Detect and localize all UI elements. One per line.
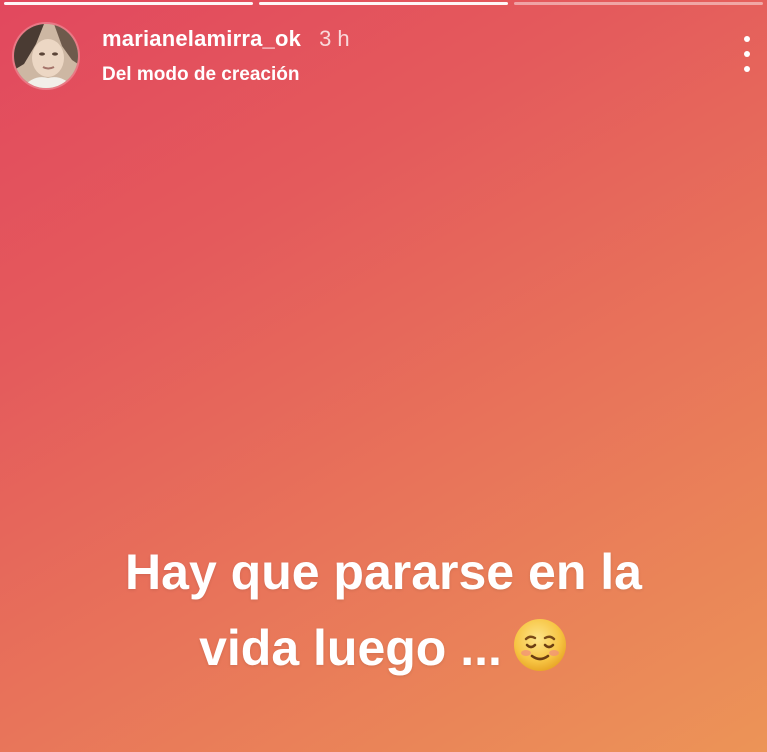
- post-time: 3 h: [319, 26, 350, 51]
- story-viewer[interactable]: marianelamirra_ok 3 h Del modo de creaci…: [0, 0, 767, 752]
- progress-segment: [259, 2, 508, 5]
- story-progress-bar: [4, 2, 763, 6]
- avatar[interactable]: [14, 24, 78, 88]
- username-link[interactable]: marianelamirra_ok: [102, 26, 301, 52]
- menu-dot: [744, 51, 750, 57]
- smiling-face-icon: [512, 617, 568, 694]
- caption-line-2-wrap: vida luego ...: [0, 610, 767, 694]
- story-header: marianelamirra_ok 3 h Del modo de creaci…: [14, 22, 757, 88]
- avatar-photo-icon: [14, 24, 78, 88]
- progress-segment: [514, 2, 763, 5]
- story-subtitle[interactable]: Del modo de creación: [102, 64, 299, 86]
- menu-dot: [744, 66, 750, 72]
- more-vertical-icon[interactable]: [739, 36, 755, 72]
- caption-line-2: vida luego ...: [199, 620, 502, 676]
- progress-segment: [4, 2, 253, 5]
- user-row: marianelamirra_ok 3 h: [102, 26, 350, 52]
- menu-dot: [744, 36, 750, 42]
- story-caption: Hay que pararse en la vida luego ...: [0, 534, 767, 694]
- caption-line-1: Hay que pararse en la: [125, 544, 642, 600]
